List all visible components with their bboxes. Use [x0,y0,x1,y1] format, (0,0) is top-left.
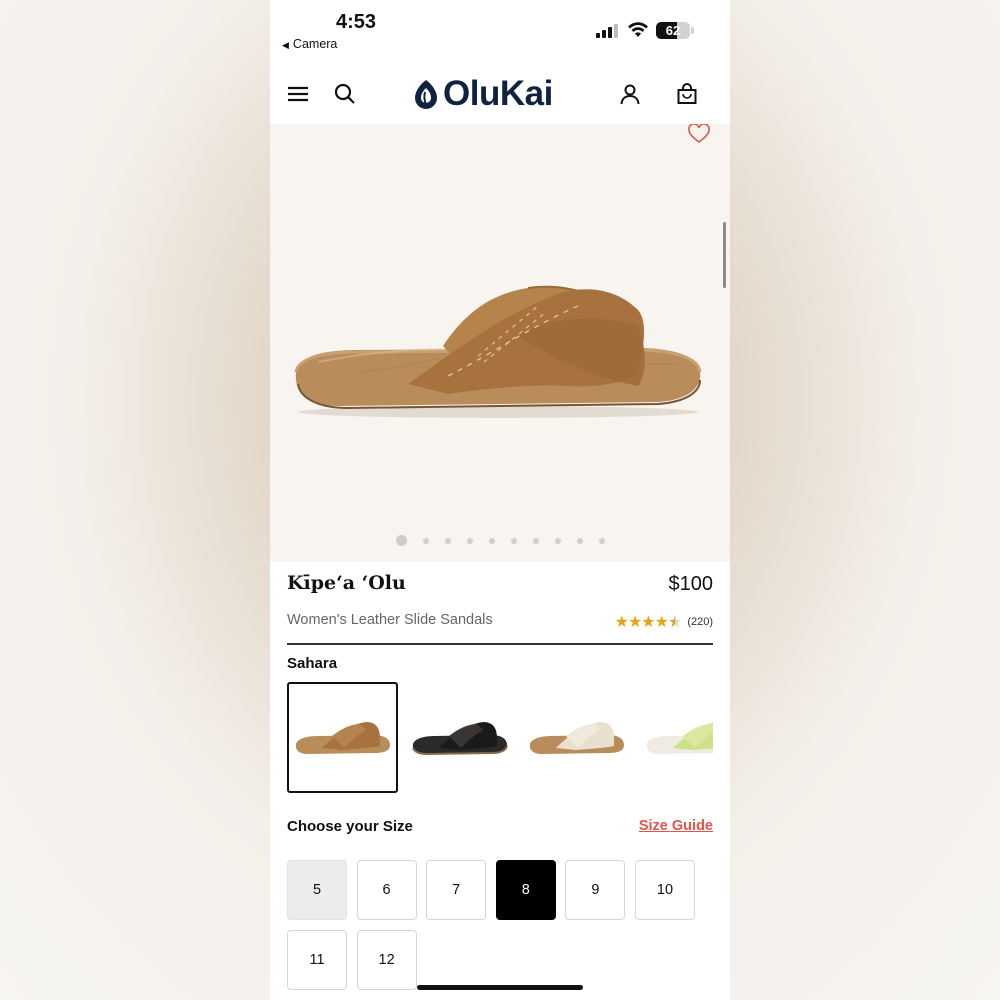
color-swatch-carousel[interactable] [287,682,713,794]
size-option[interactable]: 5 [287,860,347,920]
gallery-dot[interactable] [598,537,605,544]
status-bar: 4:53 ◀ Camera 62 [270,0,730,60]
status-time: 4:53 [336,11,377,33]
gallery-dot[interactable] [554,537,561,544]
olukai-logo-mark-icon [415,80,437,109]
gallery-dot[interactable] [488,537,495,544]
size-section-label: Choose your Size [287,818,413,835]
size-option[interactable]: 6 [356,860,417,920]
size-option[interactable]: 10 [635,860,695,920]
swatch-sahara-image [295,721,390,754]
gallery-dot[interactable] [510,537,517,544]
size-guide-link[interactable]: Size Guide [639,818,713,834]
back-arrow-icon: ◀ [282,40,289,50]
selected-color-label: Sahara [287,655,338,672]
review-count: (220) [687,616,713,628]
gallery-dot[interactable] [444,537,451,544]
product-main-image [294,285,702,418]
size-option[interactable]: 12 [356,930,417,990]
product-name: Kīpeʻa ʻOlu [287,572,406,594]
account-icon[interactable] [618,82,642,106]
swatch-black-image [411,721,508,755]
product-rating[interactable]: ★★★★★★ (220) [615,612,713,632]
swatch-cream-image [529,721,624,754]
size-option[interactable]: 7 [426,860,487,920]
rating-stars-icon: ★★★★★★ [614,614,683,631]
battery-level: 62 [665,23,681,38]
site-header: OluKai [270,62,730,124]
swatch-lime-image [646,722,713,754]
menu-icon[interactable] [286,82,310,106]
color-swatch-sahara[interactable] [287,682,398,793]
color-swatch-black[interactable] [404,682,515,793]
gallery-dot[interactable] [466,537,473,544]
color-swatch-lime[interactable] [638,682,713,793]
wifi-icon [628,22,648,37]
phone-screen: 4:53 ◀ Camera 62 OluKai Kīpeʻa ʻOlu $100… [270,0,730,1000]
page-scrollbar[interactable] [723,222,726,288]
divider [287,643,713,645]
gallery-dot[interactable] [532,537,539,544]
back-app-label: Camera [292,37,338,51]
battery-icon: 62 [656,22,690,39]
size-option[interactable]: 9 [565,860,626,920]
product-subtitle: Women's Leather Slide Sandals [287,612,493,628]
color-swatch-cream[interactable] [521,682,632,793]
gallery-dot[interactable] [576,537,583,544]
search-icon[interactable] [333,82,357,106]
brand-name: OluKai [443,74,553,113]
gallery-dot[interactable] [422,537,429,544]
gallery-dot[interactable] [395,535,407,546]
back-to-app-link[interactable]: ◀ Camera [282,37,337,51]
battery-tip [691,27,694,34]
size-option[interactable]: 8 [495,860,556,920]
size-option[interactable]: 11 [287,930,347,990]
home-indicator[interactable] [417,985,583,990]
cellular-signal-icon [596,24,618,38]
brand-logo[interactable]: OluKai [413,74,553,114]
wishlist-heart-icon[interactable] [687,124,711,144]
gallery-pagination [270,535,730,546]
bag-icon[interactable] [675,82,699,106]
product-image-gallery[interactable] [270,124,730,562]
product-price: $100 [668,573,714,595]
